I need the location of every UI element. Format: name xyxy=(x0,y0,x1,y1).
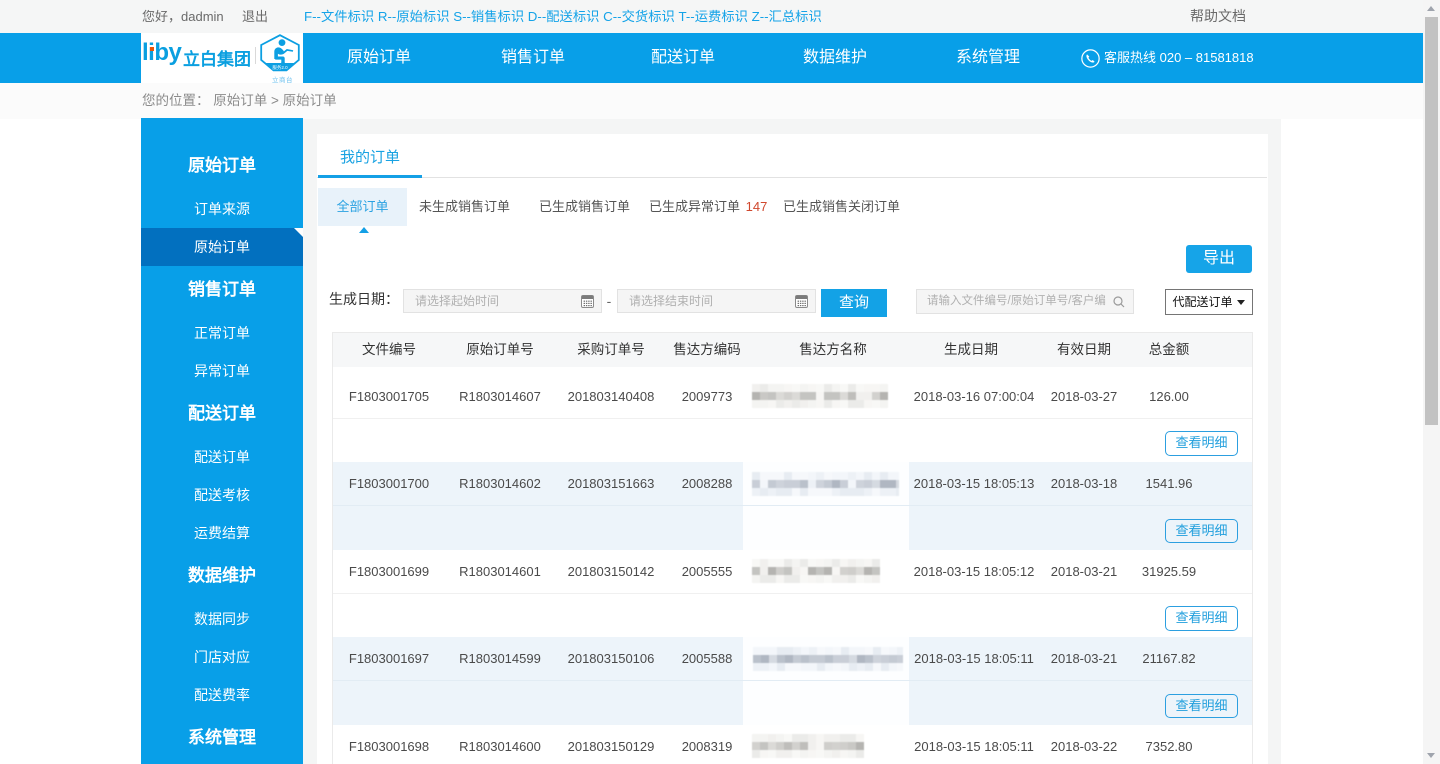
svg-text:服务2.0: 服务2.0 xyxy=(272,64,288,71)
